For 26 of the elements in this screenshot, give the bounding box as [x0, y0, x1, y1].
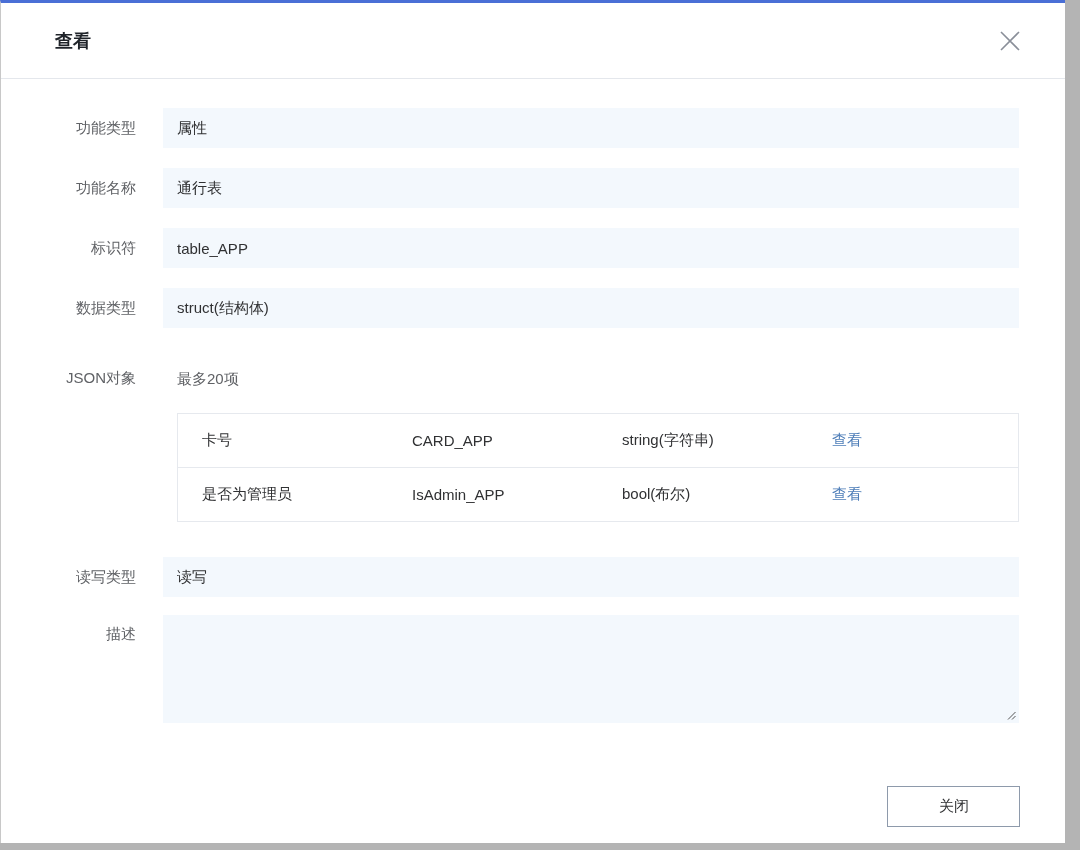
table-cell: CARD_APP — [412, 432, 493, 449]
table-cell: 卡号 — [202, 431, 232, 450]
table-cell: string(字符串) — [622, 431, 714, 450]
field-label: 读写类型 — [76, 567, 136, 587]
field-label: JSON对象 — [66, 368, 136, 388]
field-label: 功能类型 — [76, 118, 136, 138]
input-field[interactable]: 通行表 — [163, 168, 1019, 208]
limit-hint: 最多20项 — [176, 369, 239, 389]
field-label: 功能名称 — [76, 178, 136, 198]
table-cell: bool(布尔) — [622, 485, 691, 504]
view-link[interactable]: 查看 — [832, 431, 862, 450]
dialog-title: 查看 — [55, 29, 91, 53]
field-label: 标识符 — [91, 238, 136, 258]
table-cell: 是否为管理员 — [202, 485, 292, 504]
input-field[interactable]: struct(结构体) — [163, 288, 1019, 328]
close-icon[interactable] — [999, 29, 1021, 52]
close-button[interactable]: 关闭 — [887, 786, 1020, 827]
resize-grip-icon[interactable] — [1007, 711, 1016, 720]
input-field[interactable]: 属性 — [163, 108, 1019, 148]
input-field[interactable]: 读写 — [163, 557, 1019, 597]
table-cell: IsAdmin_APP — [412, 486, 505, 503]
view-link[interactable]: 查看 — [832, 485, 862, 504]
field-label: 数据类型 — [76, 298, 136, 318]
input-field[interactable]: table_APP — [163, 228, 1019, 268]
field-label: 描述 — [106, 624, 136, 644]
description-field[interactable] — [163, 615, 1019, 723]
